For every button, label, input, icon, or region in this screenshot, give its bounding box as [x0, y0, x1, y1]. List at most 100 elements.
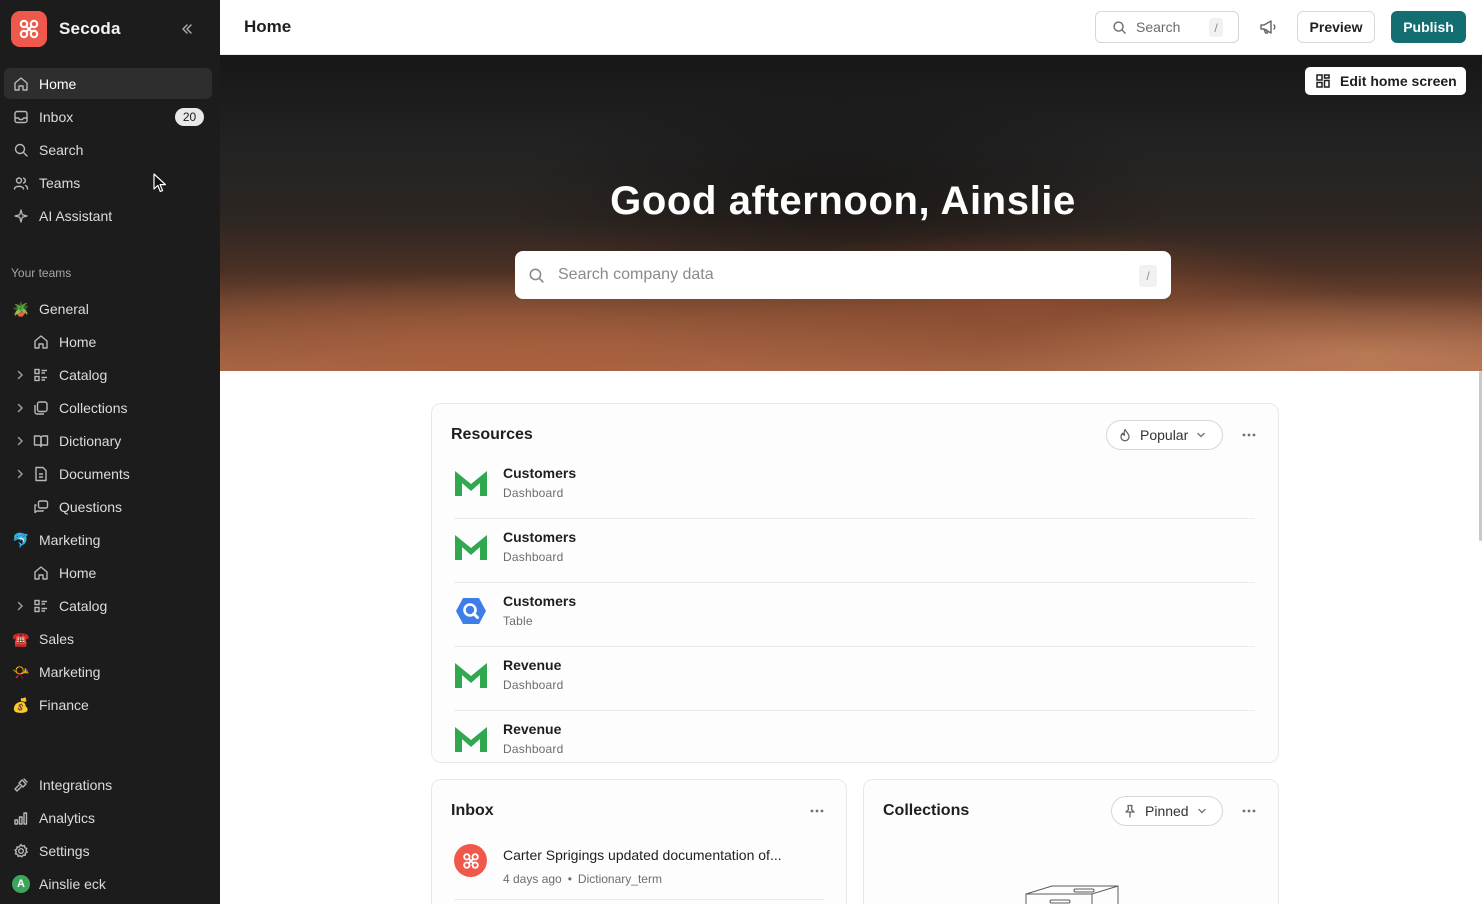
team-marketing-home[interactable]: Home [4, 557, 212, 588]
sidebar-item-inbox[interactable]: Inbox 20 [4, 101, 212, 132]
team-emoji: 💰 [12, 696, 30, 713]
sparkles-icon [12, 207, 30, 225]
greeting-heading: Good afternoon, Ainslie [610, 179, 1076, 223]
resource-title: Customers [503, 593, 577, 609]
team-general-dictionary[interactable]: Dictionary [4, 425, 212, 456]
team-general-collections[interactable]: Collections [4, 392, 212, 423]
team-marketing-2[interactable]: 📯 Marketing [4, 656, 212, 687]
megaphone-icon[interactable] [1257, 16, 1279, 38]
hero-banner: Edit home screen Good afternoon, Ainslie… [220, 55, 1482, 371]
resource-row[interactable]: Revenue Dashboard [454, 647, 1255, 711]
resource-row[interactable]: Customers Dashboard [454, 519, 1255, 583]
resource-type: Table [503, 614, 533, 628]
team-emoji: ☎️ [12, 630, 30, 647]
sidebar-item-ai-assistant[interactable]: AI Assistant [4, 200, 212, 231]
team-label: Finance [39, 696, 89, 713]
more-options-icon[interactable] [1239, 801, 1259, 821]
document-icon [32, 465, 50, 483]
app-name: Secoda [59, 19, 121, 38]
pinned-filter-dropdown[interactable]: Pinned [1111, 796, 1223, 826]
popular-filter-dropdown[interactable]: Popular [1106, 420, 1223, 450]
sidebar-item-label: Integrations [39, 776, 113, 793]
bar-chart-icon [12, 809, 30, 827]
sidebar: Secoda Home Inbox 20 Search Teams AI Ass… [0, 0, 220, 904]
sidebar-item-teams[interactable]: Teams [4, 167, 212, 198]
sidebar-item-home[interactable]: Home [4, 68, 212, 99]
empty-box-illustration [1025, 885, 1119, 904]
inbox-card: Inbox Carter Sprigings updated documenta… [431, 779, 847, 904]
collections-card: Collections Pinned [863, 779, 1279, 904]
team-marketing-catalog[interactable]: Catalog [4, 590, 212, 621]
sidebar-item-label: Catalog [59, 366, 108, 383]
team-general-documents[interactable]: Documents [4, 458, 212, 489]
search-icon [528, 267, 545, 284]
team-sales[interactable]: ☎️ Sales [4, 623, 212, 654]
sidebar-item-label: Teams [39, 174, 81, 191]
company-search-input[interactable]: Search company data / [515, 251, 1171, 299]
inbox-count-badge: 20 [175, 108, 204, 126]
top-search-label: Search [1136, 19, 1181, 35]
metabase-icon [454, 659, 488, 691]
sidebar-item-integrations[interactable]: Integrations [4, 769, 212, 800]
resource-type: Dashboard [503, 678, 564, 692]
team-label: Marketing [39, 663, 101, 680]
chevron-right-icon[interactable] [12, 433, 28, 449]
plug-icon [12, 776, 30, 794]
resource-row[interactable]: Revenue Dashboard [454, 711, 1255, 762]
notification-entity: Dictionary_term [577, 872, 662, 886]
sidebar-item-label: Collections [59, 399, 128, 416]
more-options-icon[interactable] [807, 801, 827, 821]
metabase-icon [454, 531, 488, 563]
sidebar-item-search[interactable]: Search [4, 134, 212, 165]
filter-label: Pinned [1145, 803, 1189, 819]
inbox-notification[interactable]: Carter Sprigings updated documentation o… [454, 842, 824, 900]
team-general[interactable]: 🪴 General [4, 293, 212, 324]
collapse-sidebar-icon[interactable] [176, 18, 198, 40]
collections-title: Collections [883, 802, 970, 819]
user-name: Ainslie eck [39, 875, 106, 892]
more-options-icon[interactable] [1239, 425, 1259, 445]
notification-meta: 4 days ago • Dictionary_term [503, 872, 662, 886]
top-bar: Home Search / Preview Publish [220, 0, 1482, 55]
separator-dot: • [567, 872, 572, 886]
resource-row[interactable]: Customers Dashboard [454, 455, 1255, 519]
notification-text: Carter Sprigings updated documentation o… [503, 847, 782, 863]
sidebar-item-analytics[interactable]: Analytics [4, 802, 212, 833]
home-icon [32, 564, 50, 582]
team-label: Sales [39, 630, 75, 647]
gear-icon [12, 842, 30, 860]
page-title: Home [244, 17, 292, 36]
metabase-icon [454, 723, 488, 755]
teams-section-heading: Your teams [11, 266, 72, 280]
book-icon [32, 432, 50, 450]
catalog-icon [32, 366, 50, 384]
sidebar-item-settings[interactable]: Settings [4, 835, 212, 866]
keyboard-shortcut: / [1139, 265, 1157, 287]
users-icon [12, 174, 30, 192]
edit-home-screen-button[interactable]: Edit home screen [1305, 67, 1466, 95]
sidebar-item-label: Settings [39, 842, 90, 859]
team-general-questions[interactable]: Questions [4, 491, 212, 522]
sidebar-item-label: Documents [59, 465, 130, 482]
sidebar-user-profile[interactable]: A Ainslie eck [4, 868, 212, 899]
bigquery-icon [454, 595, 488, 627]
sidebar-item-label: Questions [59, 498, 123, 515]
preview-button[interactable]: Preview [1297, 11, 1375, 43]
search-icon [12, 141, 30, 159]
team-general-home[interactable]: Home [4, 326, 212, 357]
filter-label: Popular [1140, 427, 1189, 443]
home-icon [12, 75, 30, 93]
resource-type: Dashboard [503, 486, 564, 500]
team-general-catalog[interactable]: Catalog [4, 359, 212, 390]
team-marketing[interactable]: 🐬 Marketing [4, 524, 212, 555]
top-search-button[interactable]: Search / [1095, 11, 1239, 43]
publish-button[interactable]: Publish [1391, 11, 1466, 43]
resource-row[interactable]: Customers Table [454, 583, 1255, 647]
team-label: Marketing [39, 531, 101, 548]
team-finance[interactable]: 💰 Finance [4, 689, 212, 720]
chevron-right-icon[interactable] [12, 598, 28, 614]
sidebar-item-label: Home [59, 564, 97, 581]
chevron-right-icon[interactable] [12, 367, 28, 383]
chevron-right-icon[interactable] [12, 466, 28, 482]
chevron-right-icon[interactable] [12, 400, 28, 416]
